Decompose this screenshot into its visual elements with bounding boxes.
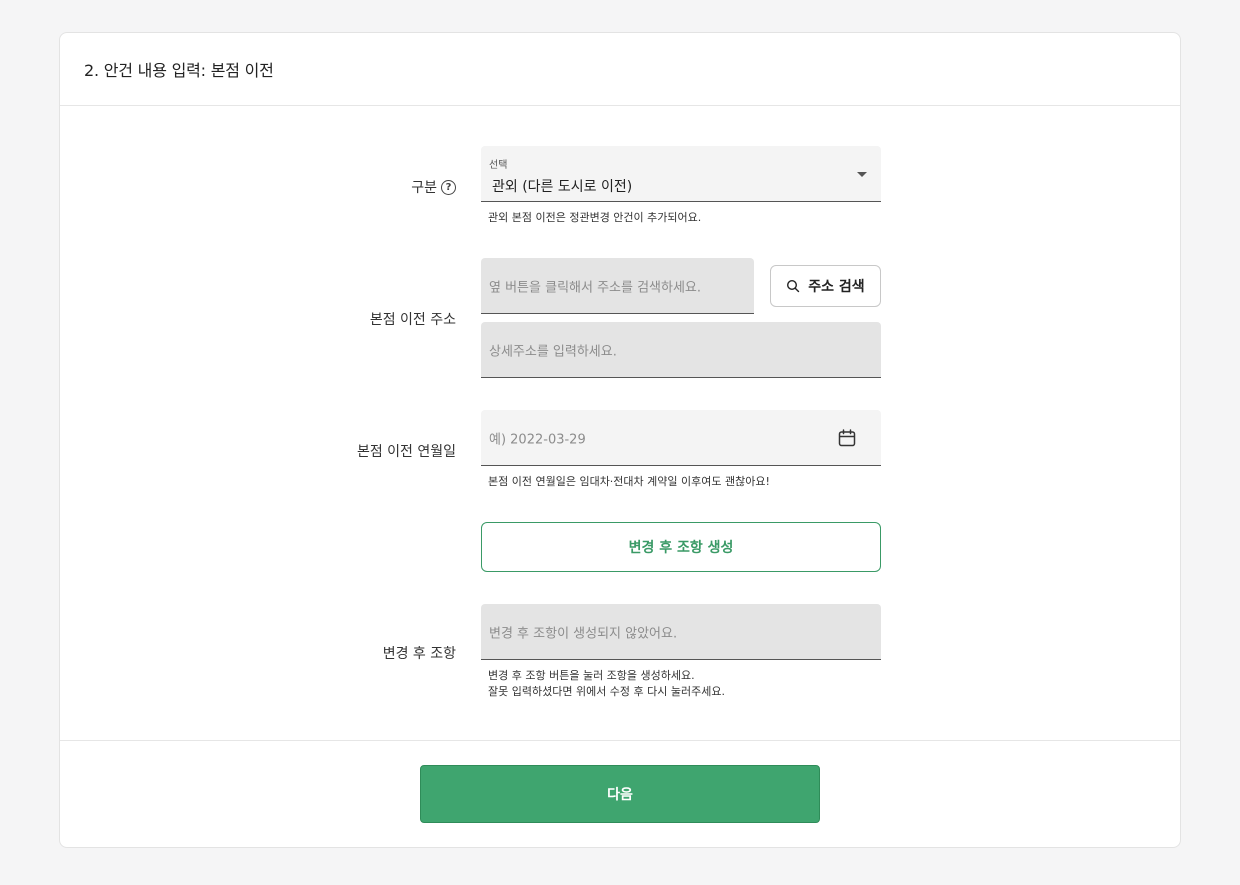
address-search-placeholder: 옆 버튼을 클릭해서 주소를 검색하세요. [489,280,702,295]
clause-label: 변경 후 조항 [382,646,456,662]
calendar-icon[interactable] [837,428,857,448]
clause-field: 변경 후 조항이 생성되지 않았어요. [481,604,881,660]
footer-divider [60,740,1180,741]
category-label: 구분 [411,180,437,196]
generate-clause-button[interactable]: 변경 후 조항 생성 [481,522,881,572]
date-field[interactable]: 예) 2022-03-29 [481,410,881,466]
next-button[interactable]: 다음 [420,765,820,823]
address-label: 본점 이전 주소 [369,312,456,328]
category-select[interactable]: 선택 관외 (다른 도시로 이전) [481,146,881,202]
select-label: 선택 [489,160,508,171]
date-helper: 본점 이전 연월일은 임대차·전대차 계약일 이후여도 괜찮아요! [488,475,770,488]
address-search-button[interactable]: 주소 검색 [770,265,881,307]
page-title: 2. 안건 내용 입력: 본점 이전 [84,61,274,80]
category-label-row: 구분 ? [236,177,456,197]
help-icon[interactable]: ? [441,179,456,195]
address-detail-field[interactable]: 상세주소를 입력하세요. [481,322,881,378]
date-label: 본점 이전 연월일 [356,444,456,460]
card-header: 2. 안건 내용 입력: 본점 이전 [60,33,1180,106]
form-card: 2. 안건 내용 입력: 본점 이전 구분 ? 선택 관외 (다른 도시로 이전… [59,32,1181,848]
address-detail-placeholder: 상세주소를 입력하세요. [489,344,617,359]
clause-helper: 변경 후 조항 버튼을 눌러 조항을 생성하세요. 잘못 입력하셨다면 위에서 … [488,669,725,698]
search-icon [787,279,800,293]
category-helper: 관외 본점 이전은 정관변경 안건이 추가되어요. [488,211,702,224]
chevron-down-icon [857,172,867,177]
date-placeholder: 예) 2022-03-29 [489,432,586,447]
select-value: 관외 (다른 도시로 이전) [492,179,633,195]
address-search-field[interactable]: 옆 버튼을 클릭해서 주소를 검색하세요. [481,258,754,314]
clause-placeholder: 변경 후 조항이 생성되지 않았어요. [489,626,678,641]
address-search-button-label: 주소 검색 [808,279,865,295]
